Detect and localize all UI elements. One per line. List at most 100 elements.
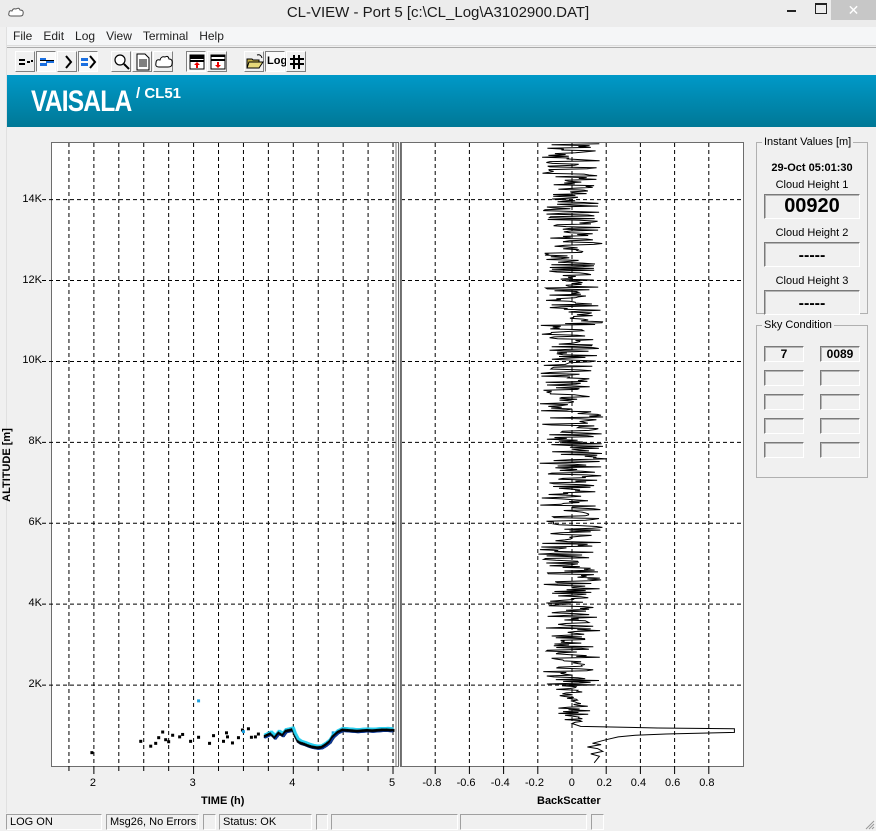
open-folder-icon <box>246 54 264 69</box>
save-down-button[interactable] <box>207 51 227 72</box>
sky-cover-3 <box>764 394 804 410</box>
altitude-tick-label: 12K <box>22 273 42 286</box>
cloud-hit-point <box>212 734 216 738</box>
menu-file[interactable]: File <box>7 27 37 45</box>
status-pane-7 <box>460 814 587 830</box>
backscatter-plot[interactable] <box>400 142 744 774</box>
cloud-hit-point <box>256 732 260 736</box>
altitude-tick-label: 6K <box>28 516 42 529</box>
data-prompt-icon <box>81 55 97 69</box>
zoom-button[interactable] <box>111 51 131 72</box>
backscatter-tick-label: 0.2 <box>596 777 612 789</box>
sky-height-5 <box>820 442 860 458</box>
status-pane-5 <box>316 814 328 830</box>
time-height-plot[interactable] <box>42 142 399 774</box>
save-down-icon <box>210 54 226 70</box>
time-height-chart <box>42 143 398 774</box>
cloud-hit-point <box>157 736 161 740</box>
cloud-hit-point <box>164 738 168 742</box>
backscatter-line <box>538 143 735 764</box>
timestamp: 29-Oct 05:01:30 <box>771 162 853 174</box>
sky-cover-1: 7 <box>764 346 804 362</box>
cloud-hit-point <box>225 735 229 739</box>
status-pane-6 <box>331 814 458 830</box>
cloud-button[interactable] <box>153 51 173 72</box>
data-prompt-button[interactable] <box>78 51 98 72</box>
cloud-hit-point <box>246 727 250 731</box>
cloud-hit-point <box>241 730 245 734</box>
document-button[interactable] <box>132 51 152 72</box>
altitude-tick-label: 10K <box>22 354 42 367</box>
backscatter-tick-label: 0 <box>568 777 575 789</box>
cloud-hit-point <box>208 741 212 745</box>
cloud-hit-point <box>197 699 201 703</box>
menu-view[interactable]: View <box>100 27 137 45</box>
time-tick-label: 5 <box>389 777 396 789</box>
save-up-button[interactable] <box>186 51 206 72</box>
backscatter-axis-title: BackScatter <box>537 795 601 807</box>
instant-values-legend: Instant Values [m] <box>764 136 852 148</box>
disconnect-button[interactable] <box>15 51 35 72</box>
backscatter-tick-label: 0.4 <box>630 777 647 789</box>
backscatter-tick-label: -0.2 <box>525 777 544 789</box>
document-icon <box>136 53 150 71</box>
disconnect-icon <box>19 59 33 65</box>
cloud-hit-point <box>253 735 257 739</box>
resize-grip-icon[interactable] <box>863 818 875 830</box>
log-toggle-button[interactable]: Log <box>265 51 288 72</box>
altitude-tick-label: 8K <box>28 435 42 448</box>
cloud-hit-point <box>161 730 165 734</box>
menu-edit[interactable]: Edit <box>37 27 69 45</box>
status-bar: LOG ON Msg26, No Errors Status: OK <box>0 813 876 831</box>
connect-button[interactable] <box>36 51 56 72</box>
cloud-hit-point <box>236 736 240 740</box>
close-icon: ✕ <box>847 2 860 18</box>
sky-height-3 <box>820 394 860 410</box>
cloud-hit-point <box>189 739 193 743</box>
cloud-hit-point <box>139 739 143 743</box>
grid-button[interactable] <box>286 51 306 72</box>
time-tick-label: 4 <box>289 777 296 789</box>
cloud-hit-edge <box>391 731 394 733</box>
backscatter-tick-label: -0.4 <box>490 777 510 789</box>
backscatter-chart <box>401 143 743 774</box>
status-pane-8 <box>591 814 604 830</box>
cloud-height-3-label: Cloud Height 3 <box>775 275 849 287</box>
terminal-prompt-button[interactable] <box>57 51 77 72</box>
cloud-hit-point <box>230 741 234 745</box>
sky-condition-group: Sky Condition 7 0089 <box>756 319 868 478</box>
sky-height-2 <box>820 370 860 386</box>
cloud-hit-point <box>167 740 171 744</box>
backscatter-tick-label: 0.6 <box>665 777 681 789</box>
close-button[interactable]: ✕ <box>831 0 876 20</box>
device-model: / CL51 <box>136 85 182 102</box>
grid-icon <box>290 55 304 69</box>
minimize-button[interactable] <box>778 0 806 20</box>
open-log-button[interactable] <box>244 51 264 72</box>
status-message: Msg26, No Errors <box>106 814 199 830</box>
cloud-hit-point <box>178 735 182 739</box>
menu-help[interactable]: Help <box>193 27 229 45</box>
save-up-icon <box>189 54 205 70</box>
altitude-tick-label: 14K <box>22 192 42 205</box>
sky-height-4 <box>820 418 860 434</box>
cloud-hit-point <box>197 735 201 739</box>
altitude-tick-label: 2K <box>28 678 42 691</box>
cloud-height-3-value: ----- <box>764 290 860 315</box>
cloud-hit-point <box>149 744 153 748</box>
sky-cover-5 <box>764 442 804 458</box>
search-icon <box>114 54 130 70</box>
window-title: CL-VIEW - Port 5 [c:\CL_Log\A3102900.DAT… <box>286 4 590 21</box>
vaisala-banner: VAISALA / CL51 <box>7 75 876 127</box>
menu-log[interactable]: Log <box>69 27 100 45</box>
cloud-hit-point <box>224 731 228 735</box>
backscatter-tick-label: -0.8 <box>422 777 442 789</box>
menu-terminal[interactable]: Terminal <box>137 27 193 45</box>
cloud-height-1-label: Cloud Height 1 <box>775 179 849 191</box>
brand-logo: VAISALA <box>31 85 132 118</box>
cloud-hit-point <box>249 735 253 739</box>
maximize-button[interactable] <box>806 0 834 20</box>
cloud-height-2-value: ----- <box>764 242 860 267</box>
instant-values-group: Instant Values [m] 29-Oct 05:01:30 Cloud… <box>756 136 868 315</box>
log-icon: Log <box>267 55 288 67</box>
